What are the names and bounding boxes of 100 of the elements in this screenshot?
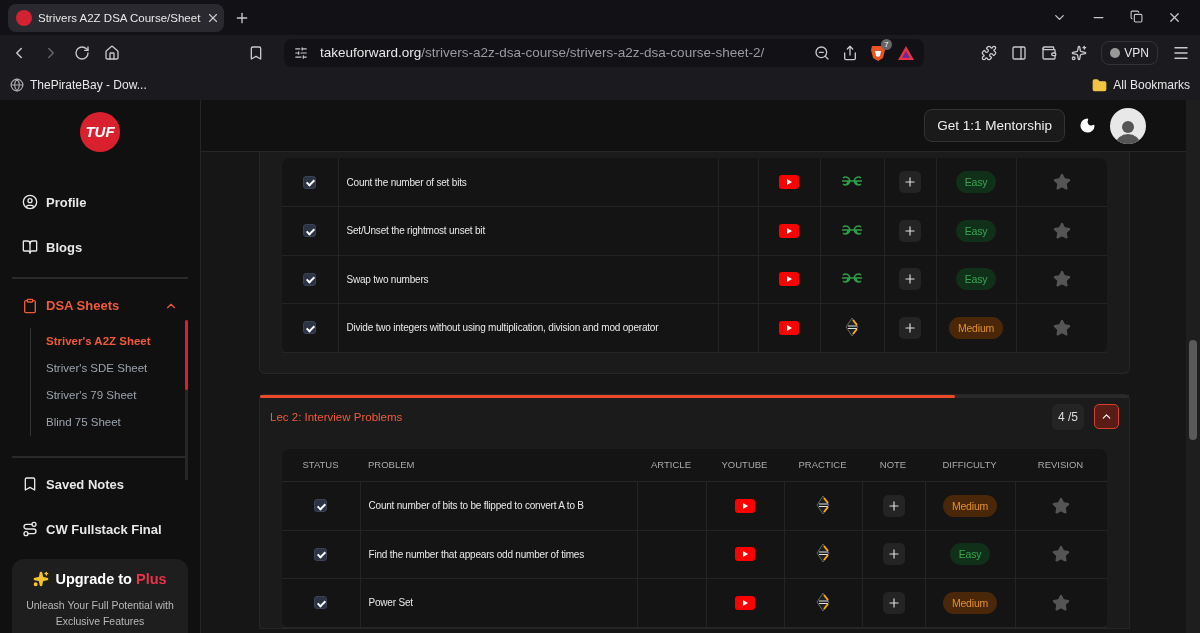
add-note-button[interactable]	[899, 171, 921, 193]
add-note-button[interactable]	[882, 494, 905, 517]
status-checkbox[interactable]	[303, 175, 317, 189]
gfg-logo-icon[interactable]	[841, 223, 863, 236]
browser-tab[interactable]: Strivers A2Z DSA Course/Sheet	[8, 3, 224, 32]
close-icon[interactable]	[1167, 10, 1182, 25]
difficulty-tag: Medium	[942, 494, 998, 517]
revision-star-icon[interactable]	[1052, 318, 1071, 337]
youtube-icon[interactable]	[779, 175, 799, 189]
sheet-link[interactable]: Striver's 79 Sheet	[31, 381, 188, 409]
column-header: YOUTUBE	[706, 448, 784, 482]
revision-star-icon[interactable]	[1052, 270, 1071, 289]
triangle-icon[interactable]	[898, 45, 914, 60]
column-header: PRACTICE	[784, 448, 862, 482]
youtube-icon[interactable]	[779, 272, 799, 287]
youtube-icon[interactable]	[735, 595, 755, 610]
code-studio-logo-icon[interactable]	[844, 316, 860, 337]
book-icon[interactable]	[22, 239, 38, 256]
bookmark-link[interactable]: ThePirateBay - Dow...	[30, 78, 147, 92]
sparkle-icon	[33, 571, 50, 587]
collapse-button[interactable]	[1094, 404, 1119, 429]
sidebar-icon[interactable]	[1011, 44, 1028, 61]
sidebar-item[interactable]: DSA Sheets	[46, 298, 156, 314]
status-checkbox[interactable]	[314, 547, 328, 561]
revision-star-icon[interactable]	[1052, 173, 1071, 191]
sidebar-item[interactable]: Blogs	[46, 239, 178, 255]
puzzle-icon[interactable]	[981, 44, 998, 61]
bookmark-icon[interactable]	[248, 44, 264, 61]
code-studio-logo-icon[interactable]	[815, 591, 831, 612]
zoom-out-icon[interactable]	[814, 44, 830, 61]
problem-name: Power Set	[360, 578, 637, 627]
reload-icon[interactable]	[74, 44, 90, 61]
sheet-link[interactable]: Blind 75 Sheet	[31, 408, 188, 436]
youtube-icon[interactable]	[779, 223, 799, 238]
site-favicon-icon	[16, 9, 32, 26]
revision-star-icon[interactable]	[1052, 496, 1071, 515]
user-circle-icon[interactable]	[22, 194, 38, 211]
problem-name: Count number of bits to be flipped to convert A to B	[360, 481, 637, 530]
difficulty-tag: Medium	[942, 591, 998, 614]
site-settings-icon[interactable]	[294, 45, 308, 60]
add-note-button[interactable]	[899, 316, 921, 339]
code-studio-logo-icon[interactable]	[815, 543, 831, 564]
share-icon[interactable]	[842, 44, 858, 61]
problem-name: Find the number that appears odd number of times	[360, 530, 637, 579]
add-note-button[interactable]	[899, 268, 921, 291]
add-note-button[interactable]	[882, 591, 905, 614]
plus-icon	[886, 498, 901, 513]
difficulty-tag: Easy	[949, 543, 991, 566]
clipboard-icon[interactable]	[22, 297, 38, 314]
code-studio-logo-icon[interactable]	[815, 494, 831, 515]
gfg-logo-icon[interactable]	[841, 175, 863, 187]
sidebar-item[interactable]: Saved Notes	[46, 476, 178, 492]
restore-icon[interactable]	[1130, 10, 1143, 25]
difficulty-tag: Medium	[948, 316, 1004, 339]
status-checkbox[interactable]	[303, 272, 317, 286]
upgrade-text: Unleash Your Full Potential with Exclusive Features	[25, 598, 175, 629]
revision-star-icon[interactable]	[1052, 221, 1071, 240]
all-bookmarks-link[interactable]: All Bookmarks	[1113, 78, 1190, 92]
avatar[interactable]	[1110, 107, 1146, 144]
folder-icon[interactable]	[1092, 77, 1108, 93]
globe-icon[interactable]	[10, 78, 24, 92]
plus-icon	[903, 223, 917, 238]
status-checkbox[interactable]	[314, 499, 328, 513]
sparkle-icon[interactable]	[1071, 44, 1088, 61]
home-icon[interactable]	[104, 44, 120, 61]
mentorship-button[interactable]: Get 1:1 Mentorship	[924, 109, 1065, 142]
status-checkbox[interactable]	[314, 596, 328, 610]
problem-name: Divide two integers without using multiplication, division and mod operator	[338, 303, 718, 352]
progress-count: 4 /5	[1052, 403, 1084, 430]
sheet-link[interactable]: Striver's A2Z Sheet	[31, 327, 188, 355]
wallet-icon[interactable]	[1041, 44, 1058, 61]
upgrade-card[interactable]: Upgrade to Plus Unleash Your Full Potential with Exclusive Features	[12, 559, 188, 633]
problem-name: Count the number of set bits	[338, 158, 718, 207]
revision-star-icon[interactable]	[1052, 545, 1071, 564]
plus-icon	[886, 547, 901, 562]
add-note-button[interactable]	[899, 219, 921, 242]
vpn-button[interactable]: VPN	[1101, 40, 1158, 65]
status-checkbox[interactable]	[303, 321, 317, 335]
site-logo[interactable]: TUF	[80, 112, 120, 152]
section-title[interactable]: Lec 2: Interview Problems	[270, 410, 1042, 423]
status-checkbox[interactable]	[303, 224, 317, 238]
add-note-button[interactable]	[882, 543, 905, 566]
bookmark-icon[interactable]	[22, 476, 38, 493]
sidebar-item[interactable]: CW Fullstack Final	[46, 521, 178, 537]
youtube-icon[interactable]	[735, 547, 755, 562]
youtube-icon[interactable]	[779, 320, 799, 335]
dark-mode-icon[interactable]	[1079, 117, 1096, 134]
column-header: REVISION	[1015, 448, 1107, 482]
column-header: NOTE	[862, 448, 925, 482]
difficulty-tag: Easy	[955, 219, 997, 242]
youtube-icon[interactable]	[735, 498, 755, 513]
sidebar-item[interactable]: Profile	[46, 194, 178, 210]
route-icon[interactable]	[22, 521, 38, 538]
revision-star-icon[interactable]	[1052, 593, 1071, 612]
scrollbar[interactable]	[1186, 100, 1200, 633]
gfg-logo-icon[interactable]	[841, 272, 863, 285]
difficulty-tag: Easy	[955, 171, 997, 193]
address-bar[interactable]: takeuforward.org/strivers-a2z-dsa-course/strivers-a2z-dsa-course-sheet-2/ 7	[284, 38, 924, 67]
difficulty-tag: Easy	[955, 268, 997, 291]
sheet-link[interactable]: Striver's SDE Sheet	[31, 354, 188, 382]
